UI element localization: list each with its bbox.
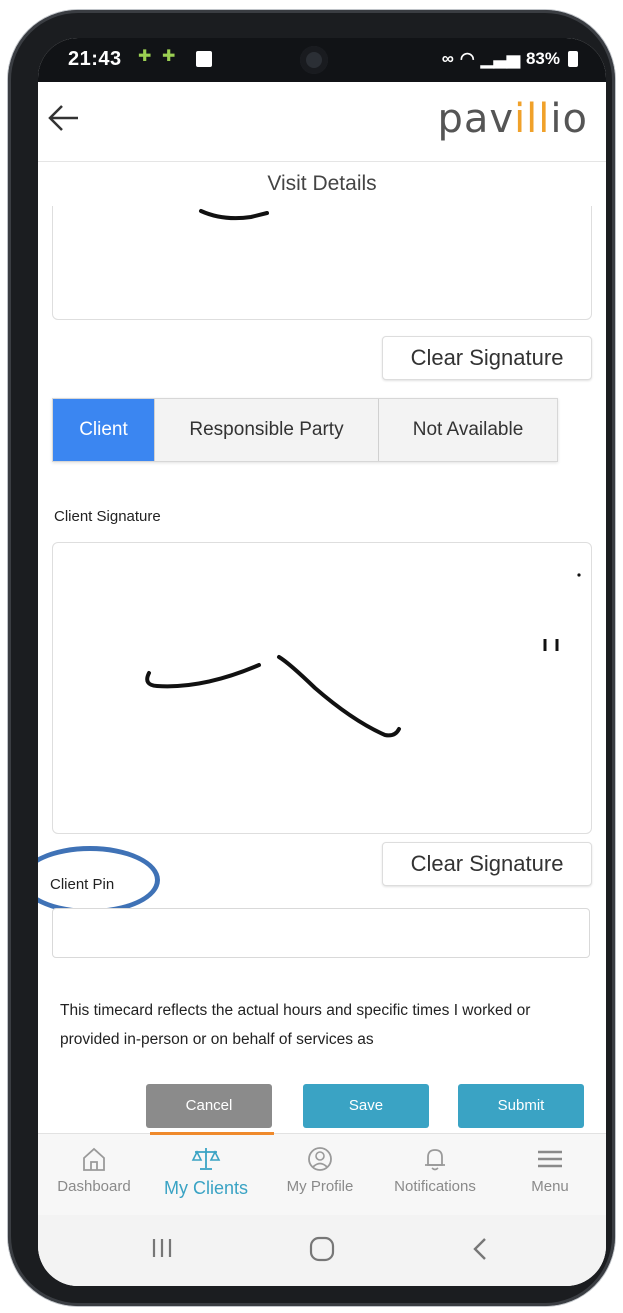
page-title: Visit Details xyxy=(38,162,606,206)
client-signature-label: Client Signature xyxy=(54,508,161,525)
nav-my-profile[interactable]: My Profile xyxy=(264,1146,376,1195)
option-responsible-party[interactable]: Responsible Party xyxy=(155,399,379,461)
home-icon xyxy=(83,1147,105,1171)
phone-screen: 21:43 ✚ ✚ ∞ ◠ ▁▃▅ 83% pavillio Visit Det… xyxy=(38,38,606,1286)
phone-frame: 21:43 ✚ ✚ ∞ ◠ ▁▃▅ 83% pavillio Visit Det… xyxy=(8,10,615,1306)
android-icon: ✚ xyxy=(138,48,152,65)
responsible-signature-pad[interactable] xyxy=(52,206,592,320)
status-indicators: ∞ ◠ ▁▃▅ 83% xyxy=(442,49,578,69)
client-signature-pad[interactable] xyxy=(52,542,592,834)
hamburger-icon xyxy=(538,1150,562,1168)
signal-icon: ▁▃▅ xyxy=(480,49,520,68)
logo-text-accent: ill xyxy=(514,96,551,142)
clear-signature-button[interactable]: Clear Signature xyxy=(382,336,592,380)
logo-text-end: io xyxy=(550,96,588,142)
bell-icon xyxy=(425,1149,445,1171)
status-time: 21:43 xyxy=(68,48,122,70)
battery-icon xyxy=(568,51,578,67)
option-client[interactable]: Client xyxy=(53,399,155,461)
timecard-disclaimer: This timecard reflects the actual hours … xyxy=(60,1002,531,1048)
annotation-circle xyxy=(38,846,160,914)
nav-notifications-label: Notifications xyxy=(394,1178,476,1195)
signature-stroke xyxy=(145,573,581,738)
recent-apps-icon[interactable] xyxy=(150,1235,174,1261)
app-header: pavillio xyxy=(38,82,606,162)
home-button-icon[interactable] xyxy=(308,1235,336,1263)
front-camera xyxy=(300,46,328,74)
active-tab-indicator xyxy=(150,1132,274,1135)
system-back-icon[interactable] xyxy=(470,1235,490,1263)
cancel-button[interactable]: Cancel xyxy=(146,1084,272,1128)
nav-notifications[interactable]: Notifications xyxy=(374,1146,496,1195)
logo-text-start: pav xyxy=(437,96,515,142)
save-button[interactable]: Save xyxy=(303,1084,429,1128)
android-icon: ✚ xyxy=(162,48,176,65)
link-icon: ∞ xyxy=(441,49,454,68)
nav-menu-label: Menu xyxy=(531,1178,569,1195)
client-pin-input[interactable] xyxy=(52,908,590,958)
visit-details-content: Clear Signature Client Responsible Party… xyxy=(38,206,606,1061)
option-not-available[interactable]: Not Available xyxy=(379,399,557,461)
nav-my-profile-label: My Profile xyxy=(286,1178,354,1195)
wifi-icon: ◠ xyxy=(459,49,475,68)
submit-button[interactable]: Submit xyxy=(458,1084,584,1128)
system-navigation-bar xyxy=(38,1215,606,1286)
profile-icon xyxy=(308,1147,332,1171)
nav-my-clients[interactable]: My Clients xyxy=(150,1146,262,1199)
nav-menu[interactable]: Menu xyxy=(494,1146,606,1195)
clear-client-signature-button[interactable]: Clear Signature xyxy=(382,842,592,886)
signer-type-selector: Client Responsible Party Not Available xyxy=(52,398,558,462)
notification-square-icon xyxy=(196,51,212,67)
nav-dashboard[interactable]: Dashboard xyxy=(38,1146,150,1195)
action-row: Cancel Save Submit xyxy=(38,1061,606,1133)
bottom-navigation: Dashboard My Clients My Profile Notifica… xyxy=(38,1132,606,1215)
battery-level: 83% xyxy=(525,49,560,68)
signature-stroke xyxy=(199,209,269,221)
pavillio-logo: pavillio xyxy=(437,96,588,142)
clients-icon xyxy=(191,1148,221,1170)
nav-my-clients-label: My Clients xyxy=(163,1178,248,1198)
status-bar: 21:43 ✚ ✚ ∞ ◠ ▁▃▅ 83% xyxy=(38,38,606,82)
back-arrow-icon[interactable] xyxy=(44,98,84,138)
nav-dashboard-label: Dashboard xyxy=(57,1178,131,1195)
